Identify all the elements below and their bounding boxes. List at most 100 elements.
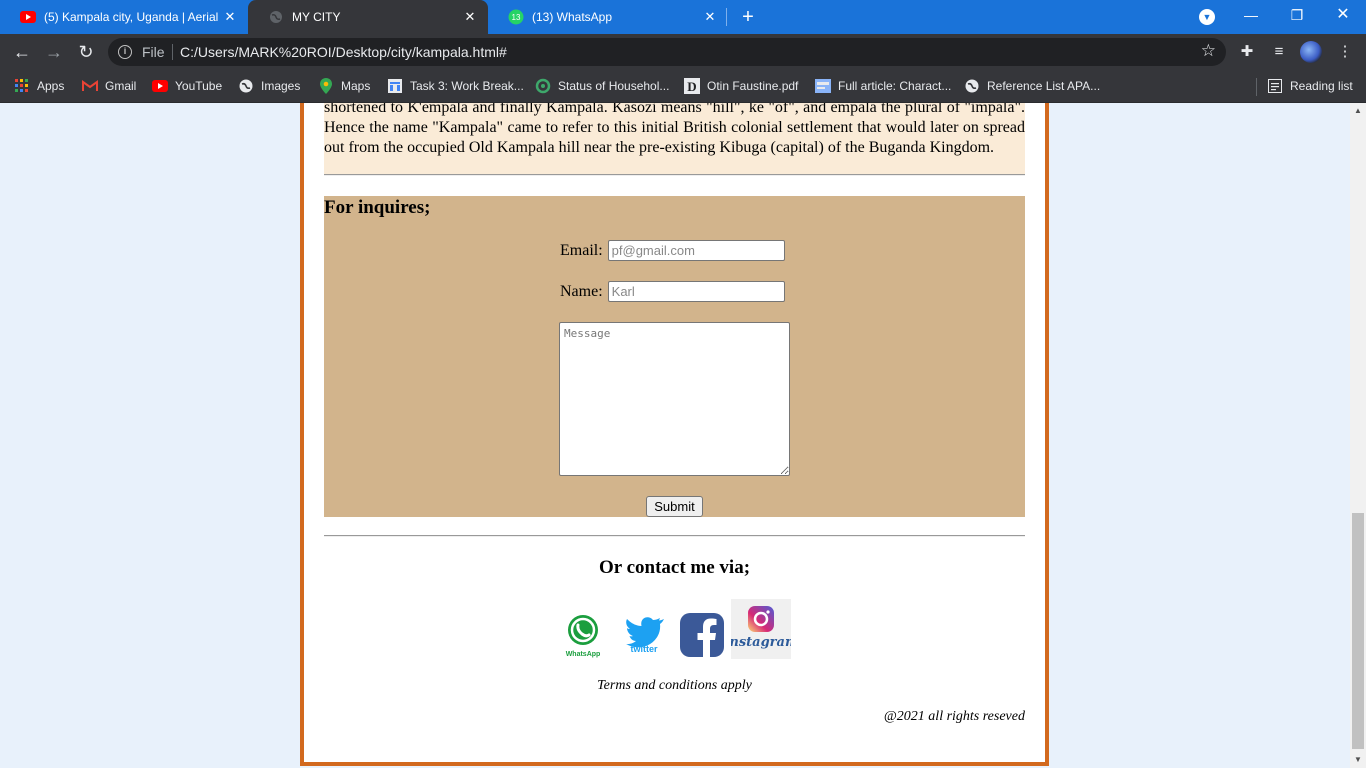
divider (324, 535, 1025, 537)
profile-avatar[interactable] (1300, 41, 1322, 63)
scroll-down-arrow-icon[interactable]: ▼ (1350, 752, 1366, 768)
bookmark-otin-pdf[interactable]: D Otin Faustine.pdf (684, 76, 798, 96)
bookmark-label: Apps (37, 79, 65, 93)
bookmark-task3[interactable]: Task 3: Work Break... (387, 76, 524, 96)
info-icon[interactable]: i (118, 45, 132, 59)
bookmark-label: YouTube (175, 79, 223, 93)
tab-whatsapp[interactable]: 13 (13) WhatsApp ✕ (488, 0, 728, 34)
restore-button[interactable]: ❐ (1274, 0, 1320, 30)
inquiry-form: For inquires; Email: Name: Submit (324, 196, 1025, 517)
divider (324, 174, 1025, 176)
page-viewport: shortened to K'empala and finally Kampal… (0, 103, 1350, 768)
twitter-label: twitter (631, 644, 658, 654)
reading-list-icon (1267, 78, 1283, 94)
url-text[interactable]: C:/Users/MARK%20ROI/Desktop/city/kampala… (180, 44, 507, 60)
globe-icon (268, 9, 284, 25)
history-paragraph: shortened to K'empala and finally Kampal… (324, 103, 1025, 156)
whatsapp-label: WhatsApp (566, 651, 601, 658)
whatsapp-icon: WhatsApp (566, 615, 601, 658)
scroll-up-arrow-icon[interactable]: ▲ (1350, 103, 1366, 119)
bookmark-star-icon[interactable]: ☆ (1201, 41, 1216, 61)
bookmark-apps[interactable]: Apps (14, 76, 64, 96)
bookmark-label: Gmail (105, 79, 137, 93)
youtube-icon (152, 78, 168, 94)
tab-my-city[interactable]: MY CITY ✕ (248, 0, 488, 34)
bookmark-images[interactable]: Images (238, 76, 300, 96)
name-field[interactable] (607, 281, 785, 302)
extensions-puzzle-icon[interactable]: ✚ (1238, 43, 1256, 61)
close-icon[interactable]: ✕ (702, 9, 718, 25)
reload-icon[interactable]: ↻ (74, 40, 98, 64)
bookmark-youtube[interactable]: YouTube (152, 76, 222, 96)
browser-toolbar: ← → ↻ i File C:/Users/MARK%20ROI/Desktop… (0, 34, 1366, 70)
email-field[interactable] (607, 240, 785, 261)
name-row: Name: (560, 281, 785, 302)
scroll-thumb[interactable] (1352, 513, 1364, 749)
inquiry-heading: For inquires; (324, 197, 431, 218)
name-label: Name: (560, 282, 603, 300)
submit-button[interactable]: Submit (646, 496, 703, 517)
tab-divider (726, 8, 727, 26)
forward-arrow-icon[interactable]: → (42, 40, 66, 64)
article-icon (815, 78, 831, 94)
tab-title: MY CITY (292, 10, 341, 24)
kebab-menu-icon[interactable]: ⋮ (1336, 43, 1354, 61)
new-tab-button[interactable]: + (736, 5, 760, 29)
history-section: shortened to K'empala and finally Kampal… (324, 103, 1025, 174)
tab-bar: (5) Kampala city, Uganda | Aerial ✕ MY C… (0, 0, 1366, 34)
twitter-icon: twitter (626, 617, 664, 654)
address-divider (172, 44, 173, 60)
bookmark-label: Otin Faustine.pdf (707, 79, 799, 93)
bookmark-status[interactable]: Status of Househol... (535, 76, 669, 96)
minimize-button[interactable]: — (1228, 0, 1274, 30)
email-row: Email: (560, 240, 785, 261)
close-icon[interactable]: ✕ (222, 9, 238, 25)
instagram-label: Instagram (731, 635, 791, 650)
bookmark-maps[interactable]: Maps (318, 76, 370, 96)
bookmark-full-article[interactable]: Full article: Charact... (815, 76, 951, 96)
gmail-icon (82, 78, 98, 94)
reading-list-label: Reading list (1290, 79, 1353, 93)
bookmark-label: Task 3: Work Break... (410, 79, 524, 93)
contact-heading: Or contact me via; (598, 557, 751, 578)
terms-text: Terms and conditions apply (597, 678, 752, 693)
address-bar[interactable]: i File C:/Users/MARK%20ROI/Desktop/city/… (108, 38, 1226, 66)
whatsapp-link[interactable]: WhatsApp (564, 613, 602, 659)
svg-text:D: D (687, 79, 696, 94)
reading-list-button[interactable]: Reading list (1267, 76, 1353, 96)
message-textarea[interactable] (559, 322, 790, 476)
d-icon: D (684, 78, 700, 94)
instagram-link[interactable]: Instagram (722, 599, 799, 659)
window-close-button[interactable]: ✕ (1320, 0, 1366, 30)
tab-title: (5) Kampala city, Uganda | Aerial (44, 10, 219, 24)
close-icon[interactable]: ✕ (462, 9, 478, 25)
twitter-link[interactable]: twitter (622, 610, 668, 654)
bookmark-label: Images (261, 79, 301, 93)
tab-search-icon[interactable]: ▼ (1199, 9, 1215, 25)
doc-icon (387, 78, 403, 94)
facebook-icon (680, 613, 724, 657)
media-control-icon[interactable]: ≡ (1270, 43, 1288, 61)
bookmark-reference-list[interactable]: Reference List APA... (964, 76, 1100, 96)
maps-pin-icon (318, 78, 334, 94)
circle-icon (535, 78, 551, 94)
globe-icon (238, 78, 254, 94)
bookmark-gmail[interactable]: Gmail (82, 76, 136, 96)
bookmark-label: Maps (341, 79, 371, 93)
tab-kampala-video[interactable]: (5) Kampala city, Uganda | Aerial ✕ (0, 0, 248, 34)
facebook-link[interactable] (680, 613, 724, 657)
file-scheme-label: File (142, 44, 165, 60)
copyright-text: @2021 all rights reseved (883, 709, 1025, 724)
tab-title: (13) WhatsApp (532, 10, 613, 24)
email-label: Email: (560, 241, 603, 259)
page-scrollbar[interactable]: ▲ ▼ (1350, 103, 1366, 768)
youtube-icon (20, 9, 36, 25)
instagram-icon: Instagram (722, 606, 799, 650)
back-arrow-icon[interactable]: ← (10, 40, 34, 64)
bookmarks-bar: Apps Gmail YouTube Images Maps Task 3: W… (0, 70, 1366, 103)
globe-icon (964, 78, 980, 94)
whatsapp-icon: 13 (508, 9, 524, 25)
whatsapp-badge: 13 (512, 13, 521, 22)
bookmark-label: Status of Househol... (558, 79, 670, 93)
apps-grid-icon (14, 78, 30, 94)
